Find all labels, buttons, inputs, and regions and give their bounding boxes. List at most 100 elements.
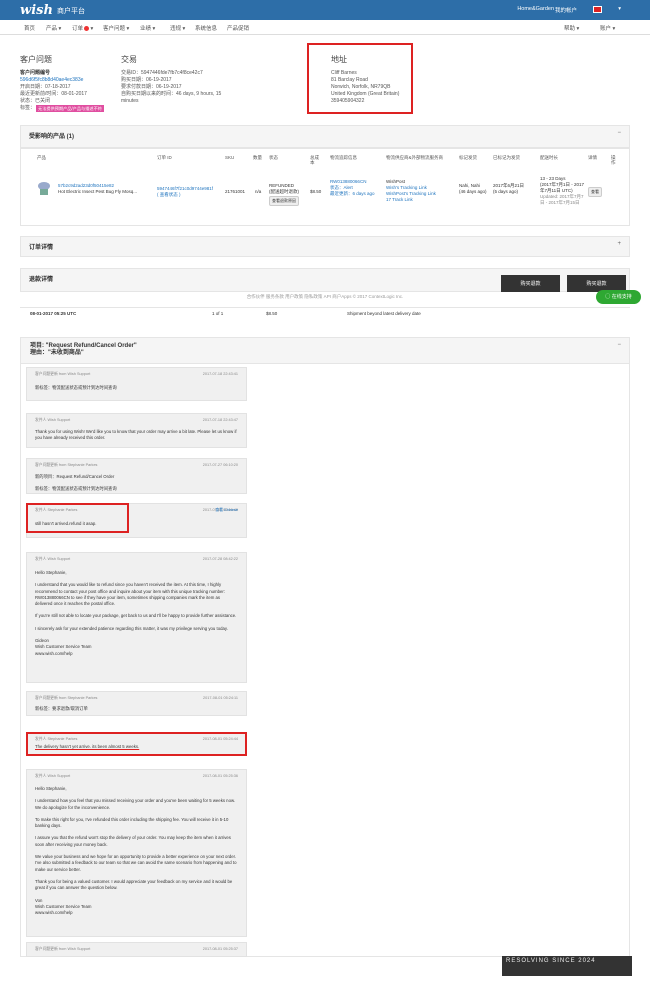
nav-help[interactable]: 帮助 ▾ — [564, 24, 579, 32]
message-body: 新标签：要求退款/取消订单 — [35, 706, 238, 718]
message-time: 2017-07-18 22:43:41 — [202, 372, 238, 376]
message-paragraph: 新的项目：Request Refund/Cancel Order — [35, 474, 115, 479]
message-sender: 发件人 Wish Support — [35, 774, 71, 778]
nav-orders[interactable]: 订单 ▾ — [72, 24, 93, 32]
col-header: 订单 ID — [157, 155, 172, 160]
nav-account[interactable]: 账户 ▾ — [600, 24, 615, 32]
col-header: 详情 — [588, 155, 597, 160]
message-sender: 客户问题更新 from Wish Support — [35, 372, 91, 376]
footer-links[interactable]: 合作伙伴 服务条款 用户政策 隐私政策 API 商户Apps © 2017 Co… — [0, 292, 650, 302]
message-paragraph: If you're still not able to locate your … — [35, 613, 237, 619]
message-paragraph: 新标签：物流配送状态或预计到达时间查询 — [35, 486, 117, 492]
message-time: 2017-07-28 08:42:22 — [202, 557, 238, 561]
open-date: 开启日期：07-18-2017 — [20, 84, 71, 90]
nav-promotions[interactable]: 产品促销 — [227, 24, 249, 32]
message-card: 客户问题更新 from Wish Support 2017-07-18 22:43… — [26, 367, 247, 401]
issue-tag-badge: 无法提供预期产品/产品与描述不符 — [36, 105, 104, 112]
message-paragraph: Hello Stephanie, — [35, 786, 67, 791]
issue-reason: 理由："未收到商品" — [30, 350, 84, 356]
live-chat-button[interactable]: ◯ 在线支持 — [596, 290, 641, 304]
message-time: 2017-08-01 05:25:36 — [202, 774, 238, 778]
col-header: 产品 — [37, 155, 46, 160]
watermark: RESOLVING SINCE 2024 — [502, 956, 632, 976]
products-table: 产品 订单 ID SKU 数量 状态 总成本 物流追踪信息 物流供应商&外部物流… — [20, 148, 630, 226]
message-time: 2017-08-01 05:24:11 — [203, 696, 238, 700]
order-details-panel[interactable]: 订单详情 + — [20, 236, 630, 257]
nav-infractions[interactable]: 违规 ▾ — [170, 24, 185, 32]
customer-issue-title: 客户问题 — [20, 55, 52, 64]
state-note: (配送超时退款) — [269, 189, 299, 194]
detail-button[interactable]: 查看 — [588, 187, 602, 197]
message-paragraph: 新标签：物流配送状态或预计到达时间查询 — [35, 385, 117, 390]
col-header: 总成本 — [310, 155, 319, 165]
refund-reason: Shipment beyond latest delivery date — [347, 311, 421, 316]
issue-header — [21, 338, 629, 364]
shipper-days: (46 days ago) — [459, 189, 487, 194]
message-body: 新的项目：Request Refund/Cancel Order 新标签：物流配送… — [35, 474, 238, 499]
message-paragraph: Von Wish Customer Service Team www.wish.… — [35, 897, 92, 916]
col-header: 已标记为发货 — [493, 155, 520, 160]
col-header: 配送时长 — [540, 155, 558, 160]
purchase-date: 购买日期：06-19-2017 — [121, 77, 172, 83]
message-paragraph: Gideon Wish Customer Service Team www.wi… — [35, 638, 92, 656]
message-time: 2017-07-18 22:43:47 — [202, 418, 238, 422]
nav-products[interactable]: 产品 ▾ — [46, 24, 61, 32]
nav-performance[interactable]: 业绩 ▾ — [140, 24, 155, 32]
refund-reason-button[interactable]: 查看退款原因 — [269, 196, 299, 206]
issue-status: 状态：已关闭 — [20, 98, 51, 104]
affected-products-panel[interactable]: 受影响的产品 (1) − — [20, 125, 630, 148]
account-link[interactable]: 我的帐户 — [555, 6, 577, 14]
message-paragraph: We value your business and we hope for a… — [35, 854, 237, 872]
refund-button[interactable]: 购买退款 — [501, 275, 560, 293]
transaction-title: 交易 — [121, 55, 137, 64]
chevron-down-icon[interactable]: ▾ — [618, 6, 621, 12]
address-line: United Kingdom (Great Britain) — [331, 91, 400, 97]
ticket-label: 客户问题编号 — [20, 70, 51, 76]
17track-link[interactable]: 17 Track Link — [386, 197, 413, 203]
col-header: 标记发货 — [459, 155, 477, 160]
translate-link[interactable]: 查看 Chinese — [215, 508, 238, 533]
total-cost: $8.50 — [310, 189, 322, 194]
collapse-icon[interactable]: − — [617, 130, 621, 136]
message-card: 客户问题更新 from Stephanie Parkes 2017-07-27 0… — [26, 458, 247, 494]
wish-logo[interactable]: wish — [20, 3, 53, 18]
message-paragraph: 新标签：要求退款/取消订单 — [35, 706, 88, 711]
message-card: 发件人 Wish Support 2017-08-01 05:25:36 Hello… — [26, 769, 247, 937]
product-name: Hot Electric Insect Pest Bug Fly Mosq... — [58, 189, 138, 194]
col-header: SKU — [225, 155, 235, 160]
message-sender: 客户问题更新 from Stephanie Parkes — [35, 463, 98, 467]
nav-home[interactable]: 首页 — [24, 24, 35, 32]
address-line: Norwich, Norfolk, NR79QB — [331, 84, 391, 90]
elapsed-time: 自购买日期以来的时间：46 days, 9 hours, 15 minutes — [121, 91, 222, 104]
ticket-id-link[interactable]: 596d6f5fc8b8d40ae4ec383e — [20, 77, 83, 84]
order-status-link[interactable]: ( 查看状态 ) — [157, 192, 181, 198]
expand-icon[interactable]: + — [617, 241, 621, 247]
message-body: Hello Stephanie, I understand that you wo… — [35, 570, 238, 663]
refund-date: 08-01-2017 05:25 UTC — [30, 311, 77, 316]
panel-title: 订单详情 — [29, 245, 54, 251]
message-paragraph: I sincerely ask for your extended patien… — [35, 625, 228, 631]
message-paragraph: Hello Stephanie, — [35, 570, 67, 575]
refund-qty: 1 of 1 — [212, 311, 224, 316]
collapse-icon[interactable]: − — [617, 342, 621, 348]
message-paragraph: I understand how you feel that you misse… — [35, 798, 236, 810]
refund-amount: $8.50 — [266, 311, 278, 316]
message-paragraph: Thank you for using Wish! We'd like you … — [35, 429, 237, 441]
message-sender: 客户问题更新 from Stephanie Parkes — [35, 696, 98, 700]
nav-system[interactable]: 系统信息 — [195, 24, 217, 32]
message-body: Hello Stephanie, I understand how you fee… — [35, 786, 238, 922]
transaction-id: 交易ID：5947446fde7fb7c4f8ce42c7 — [121, 70, 203, 76]
nav-customer-issues[interactable]: 客户问题 ▾ — [103, 24, 129, 32]
sku: 21761001 — [225, 189, 246, 194]
flag-icon[interactable] — [593, 6, 602, 13]
col-header: 物流供应商&外部物流服务商 — [386, 155, 444, 160]
message-paragraph: Thank you for being a valued customer. I… — [35, 878, 233, 891]
platform-title: 商户平台 — [57, 8, 85, 15]
col-header: 状态 — [269, 155, 278, 160]
store-name[interactable]: Home&Garden — [517, 6, 554, 12]
message-sender: 客户问题更新 from Wish Support — [35, 947, 91, 951]
product-thumbnail[interactable] — [37, 181, 51, 197]
tracking-updated: 最近更新：6 days ago — [330, 191, 375, 196]
shipped-ago: (5 days ago) — [493, 189, 519, 194]
tag-label: 标签： — [20, 105, 36, 111]
